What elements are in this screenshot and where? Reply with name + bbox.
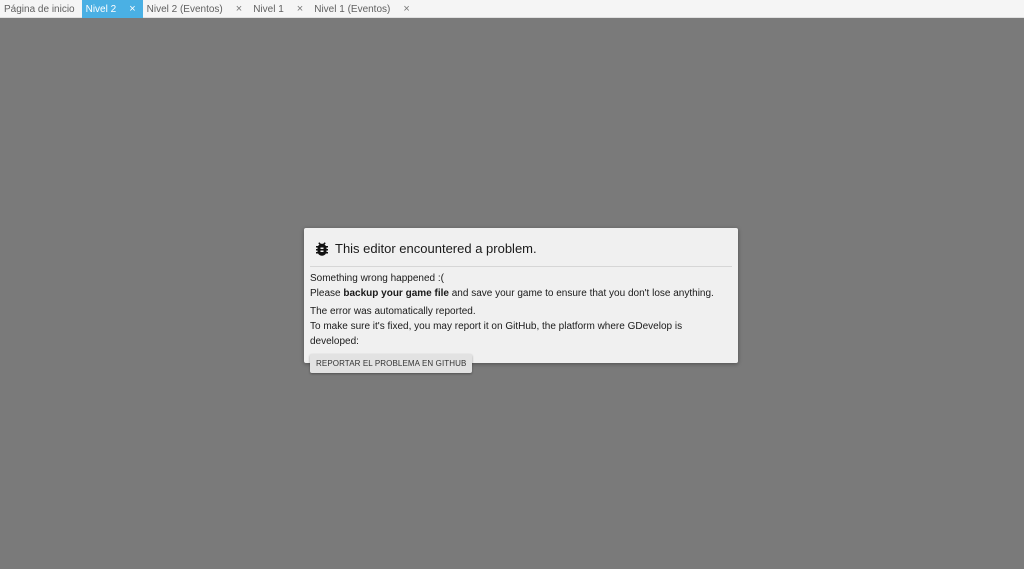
dialog-header: This editor encountered a problem.	[310, 237, 732, 267]
close-icon[interactable]: ×	[400, 0, 412, 18]
close-icon[interactable]: ×	[233, 0, 245, 18]
dialog-body: Something wrong happened :( Please backu…	[310, 267, 732, 373]
error-dialog: This editor encountered a problem. Somet…	[304, 228, 738, 373]
tab-bar: Página de inicio Nivel 2 × Nivel 2 (Even…	[0, 0, 1024, 18]
tab-nivel-2[interactable]: Nivel 2 ×	[81, 0, 143, 18]
error-message-line: Something wrong happened :(	[310, 273, 444, 284]
tab-label: Nivel 1	[253, 3, 284, 15]
tab-label: Nivel 2 (Eventos)	[146, 3, 223, 15]
backup-suffix: and save your game to ensure that you do…	[448, 288, 714, 299]
close-icon[interactable]: ×	[126, 0, 138, 18]
reported-message-line: The error was automatically reported.	[310, 306, 476, 317]
backup-message-line: Please backup your game file and save yo…	[310, 286, 732, 301]
dialog-title: This editor encountered a problem.	[335, 241, 537, 256]
tab-nivel-1[interactable]: Nivel 1 ×	[249, 0, 310, 18]
tab-label: Nivel 2	[85, 3, 117, 15]
tab-label: Nivel 1 (Eventos)	[314, 3, 391, 15]
backup-prefix: Please	[310, 288, 344, 299]
tab-nivel-1-eventos[interactable]: Nivel 1 (Eventos) ×	[310, 0, 417, 18]
tab-nivel-2-eventos[interactable]: Nivel 2 (Eventos) ×	[143, 0, 250, 18]
close-icon[interactable]: ×	[294, 0, 306, 18]
bug-icon	[316, 241, 328, 256]
tab-label: Página de inicio	[4, 3, 75, 15]
report-on-github-button[interactable]: REPORTAR EL PROBLEMA EN GITHUB	[310, 354, 473, 373]
github-message-line: To make sure it's fixed, you may report …	[310, 321, 683, 347]
backup-emphasis: backup your game file	[343, 288, 449, 299]
tab-home[interactable]: Página de inicio	[0, 0, 82, 18]
